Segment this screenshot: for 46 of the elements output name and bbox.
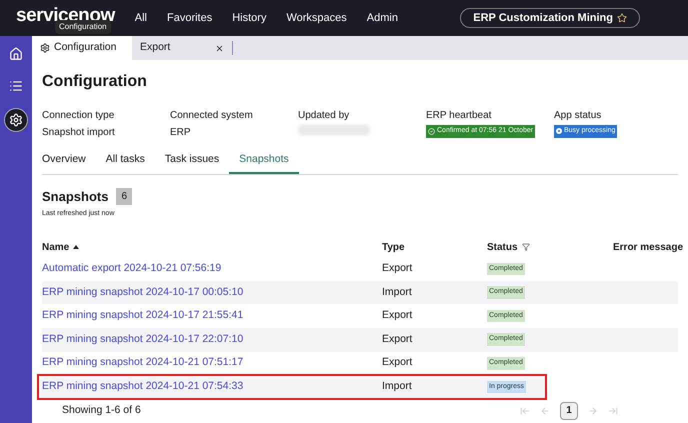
column-header[interactable]: Name xyxy=(42,240,382,255)
field-label: ERP heartbeat xyxy=(426,109,492,123)
column-header[interactable]: Error message xyxy=(613,240,684,255)
result-count: Showing 1-6 of 6 xyxy=(62,402,141,418)
snapshot-link[interactable]: ERP mining snapshot 2024-10-21 07:51:17 xyxy=(42,355,382,372)
snapshot-link[interactable]: ERP mining snapshot 2024-10-17 21:55:41 xyxy=(42,308,382,324)
snapshot-link[interactable]: ERP mining snapshot 2024-10-21 07:54:33 xyxy=(42,378,382,395)
tab[interactable]: Configuration xyxy=(32,36,132,60)
table-cell-text: Export xyxy=(382,332,414,347)
table-cell-text: Import xyxy=(382,284,413,300)
snapshot-link[interactable]: Automatic export 2024-10-21 07:56:19 xyxy=(42,261,382,278)
field-label: Connection type xyxy=(42,109,116,123)
snapshot-link[interactable]: ERP mining snapshot 2024-10-17 22:07:10 xyxy=(42,332,382,348)
field-value: ERP xyxy=(170,126,192,140)
nav-link[interactable]: Workspaces xyxy=(286,10,347,26)
field-value: Snapshot import xyxy=(42,126,116,140)
table-cell-text: Export xyxy=(382,308,414,324)
nav-link[interactable]: History xyxy=(232,10,266,26)
nav-link[interactable]: All xyxy=(134,10,147,26)
table-cell-text: Import xyxy=(382,378,413,394)
subtab[interactable]: Snapshots xyxy=(229,152,299,174)
nav-link[interactable]: Admin xyxy=(366,10,398,26)
gear-icon xyxy=(40,43,50,53)
subtab[interactable]: All tasks xyxy=(96,152,155,174)
app-pill[interactable]: ERP Customization Mining xyxy=(460,8,640,28)
settings-icon[interactable] xyxy=(4,108,28,132)
subtab[interactable]: Task issues xyxy=(154,152,230,174)
close-icon[interactable] xyxy=(215,44,224,52)
page-button[interactable]: 1 xyxy=(560,402,578,420)
filter-icon[interactable] xyxy=(522,243,530,252)
field-label: Updated by xyxy=(298,109,350,123)
table-cell-text: Export xyxy=(382,261,414,276)
table-cell-text: Export xyxy=(382,355,414,370)
subtab[interactable]: Overview xyxy=(42,152,96,174)
tooltip: Configuration xyxy=(55,20,111,34)
count-badge: 6 xyxy=(116,188,132,205)
column-header[interactable]: Status xyxy=(487,240,613,255)
snapshot-link[interactable]: ERP mining snapshot 2024-10-17 00:05:10 xyxy=(42,284,382,301)
page-title: Configuration xyxy=(42,72,148,92)
column-header[interactable]: Type xyxy=(382,240,487,255)
field-label: App status xyxy=(554,109,602,123)
star-icon[interactable] xyxy=(617,13,627,23)
sort-icon xyxy=(73,245,80,250)
nav-link[interactable]: Favorites xyxy=(166,10,212,26)
field-label: Connected system xyxy=(170,109,254,123)
section-title: Snapshots xyxy=(42,188,108,206)
